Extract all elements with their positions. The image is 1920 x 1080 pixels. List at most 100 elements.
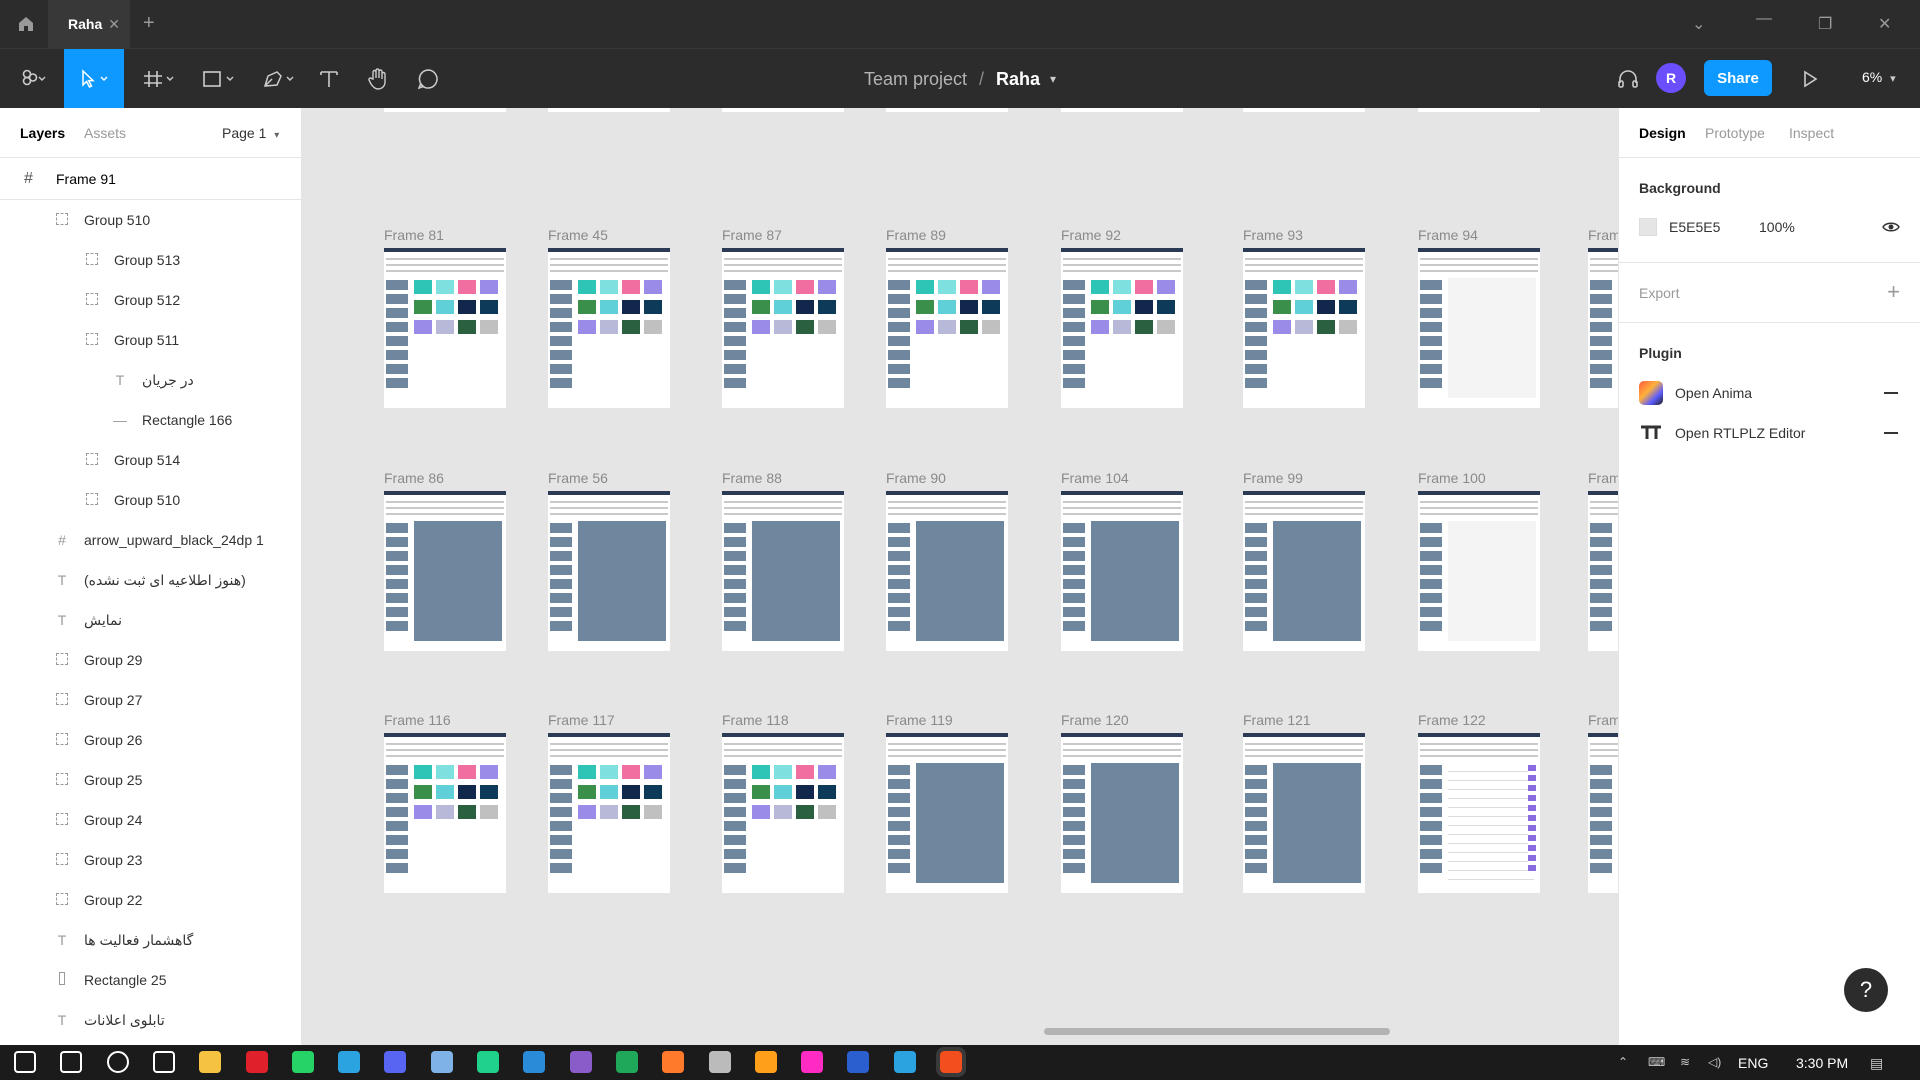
frame-label[interactable]: Frame 120 bbox=[1061, 712, 1129, 728]
frame-label[interactable]: Frame 92 bbox=[1061, 227, 1121, 243]
frame-label[interactable]: Frame 119 bbox=[886, 712, 953, 728]
keyboard-icon[interactable]: ⌨ bbox=[1648, 1055, 1665, 1069]
minimize-icon[interactable]: — bbox=[1756, 10, 1772, 28]
layer-row[interactable]: Group 23 bbox=[0, 840, 301, 880]
frame-thumbnail[interactable] bbox=[1418, 108, 1540, 112]
frame-label[interactable]: Frame bbox=[1588, 470, 1618, 486]
layer-row[interactable]: Group 27 bbox=[0, 680, 301, 720]
tab-inspect[interactable]: Inspect bbox=[1789, 125, 1834, 141]
frame-thumbnail[interactable] bbox=[1061, 491, 1183, 651]
canvas[interactable]: Frame 81 Frame 45 Frame 87 Frame 89 Frame 92… bbox=[302, 108, 1618, 1045]
layer-row[interactable]: T در جریان bbox=[0, 360, 301, 400]
app-m-icon[interactable] bbox=[569, 1051, 592, 1073]
whatsapp-icon[interactable] bbox=[291, 1051, 314, 1073]
frame-thumbnail[interactable] bbox=[886, 248, 1008, 408]
frame-thumbnail[interactable] bbox=[1243, 733, 1365, 893]
frame-label[interactable]: Frame 99 bbox=[1243, 470, 1303, 486]
layer-row[interactable]: Group 25 bbox=[0, 760, 301, 800]
frame-thumbnail[interactable] bbox=[1418, 248, 1540, 408]
layer-row[interactable]: Group 22 bbox=[0, 880, 301, 920]
frame-label[interactable]: Frame 104 bbox=[1061, 470, 1129, 486]
frame-thumbnail[interactable] bbox=[722, 108, 844, 112]
frame-label[interactable]: Frame 86 bbox=[384, 470, 444, 486]
language-indicator[interactable]: ENG bbox=[1738, 1055, 1768, 1071]
telegram-icon[interactable] bbox=[338, 1051, 361, 1073]
tab-assets[interactable]: Assets bbox=[84, 125, 126, 141]
home-icon[interactable] bbox=[10, 10, 42, 38]
frame-label[interactable]: Frame 45 bbox=[548, 227, 608, 243]
frame-thumbnail[interactable] bbox=[548, 248, 670, 408]
layer-row[interactable]: T نمایش bbox=[0, 600, 301, 640]
frame-thumbnail[interactable] bbox=[1588, 733, 1618, 893]
present-icon[interactable] bbox=[1796, 49, 1824, 109]
close-window-icon[interactable]: ✕ bbox=[1878, 14, 1891, 34]
frame-thumbnail[interactable] bbox=[722, 491, 844, 651]
frame-label[interactable]: Frame 88 bbox=[722, 470, 782, 486]
shape-tool[interactable] bbox=[196, 49, 242, 109]
layer-row[interactable]: Group 513 bbox=[0, 240, 301, 280]
add-export-icon[interactable]: + bbox=[1887, 279, 1900, 305]
layer-row[interactable]: Group 29 bbox=[0, 640, 301, 680]
task-view-icon[interactable] bbox=[152, 1051, 175, 1073]
layer-row[interactable]: Group 510 bbox=[0, 200, 301, 240]
frame-label[interactable]: Frame 121 bbox=[1243, 712, 1311, 728]
comment-tool[interactable] bbox=[412, 49, 444, 109]
frame-label[interactable]: Frame 117 bbox=[548, 712, 615, 728]
bg-hex-input[interactable]: E5E5E5 bbox=[1669, 219, 1720, 235]
frame-thumbnail[interactable] bbox=[1243, 108, 1365, 112]
frame-thumbnail[interactable] bbox=[886, 108, 1008, 112]
pycharm-icon[interactable] bbox=[477, 1051, 499, 1073]
hand-tool[interactable] bbox=[362, 49, 394, 109]
text-tool[interactable] bbox=[314, 49, 344, 109]
layer-row[interactable]: T (هنوز اطلاعیه ای ثبت نشده) bbox=[0, 560, 301, 600]
frame-thumbnail[interactable] bbox=[722, 733, 844, 893]
avatar[interactable]: R bbox=[1656, 63, 1686, 93]
vscode-icon[interactable] bbox=[523, 1051, 546, 1073]
frame-thumbnail[interactable] bbox=[886, 491, 1008, 651]
layer-row[interactable]: Rectangle 25 bbox=[0, 960, 301, 1000]
frame-label[interactable]: Frame 116 bbox=[384, 712, 451, 728]
figma-icon[interactable] bbox=[936, 1047, 966, 1077]
layer-row[interactable]: Group 24 bbox=[0, 800, 301, 840]
move-tool[interactable] bbox=[64, 49, 124, 109]
remove-plugin-icon[interactable] bbox=[1884, 432, 1898, 434]
frame-label[interactable]: Frame bbox=[1588, 712, 1618, 728]
wifi-icon[interactable]: ≋ bbox=[1680, 1055, 1690, 1069]
share-button[interactable]: Share bbox=[1704, 60, 1772, 96]
app-orange-icon[interactable] bbox=[662, 1051, 685, 1073]
excel-like-icon[interactable] bbox=[615, 1051, 638, 1073]
restore-icon[interactable]: ❐ bbox=[1818, 14, 1832, 34]
tab-layers[interactable]: Layers bbox=[20, 125, 65, 141]
pen-tool[interactable] bbox=[256, 49, 302, 109]
discord-icon[interactable] bbox=[384, 1051, 407, 1073]
remove-plugin-icon[interactable] bbox=[1884, 392, 1898, 394]
frame-tool[interactable] bbox=[136, 49, 182, 109]
frame-thumbnail[interactable] bbox=[1061, 733, 1183, 893]
chevron-down-icon[interactable]: ⌄ bbox=[1692, 14, 1705, 34]
notification-icon[interactable]: ▤ bbox=[1870, 1055, 1883, 1072]
frame-label[interactable]: Frame 56 bbox=[548, 470, 608, 486]
frame-label[interactable]: Frame 87 bbox=[722, 227, 782, 243]
headphones-icon[interactable] bbox=[1612, 49, 1644, 109]
layer-row[interactable]: Group 510 bbox=[0, 480, 301, 520]
layer-row[interactable]: — Rectangle 166 bbox=[0, 400, 301, 440]
frame-thumbnail[interactable] bbox=[548, 108, 670, 112]
frame-label[interactable]: Frame 100 bbox=[1418, 470, 1486, 486]
adobe-xd-icon[interactable] bbox=[801, 1051, 824, 1073]
frame-thumbnail[interactable] bbox=[722, 248, 844, 408]
chevron-down-icon[interactable]: ▾ bbox=[1050, 72, 1056, 86]
frame-thumbnail[interactable] bbox=[384, 248, 506, 408]
frame-thumbnail[interactable] bbox=[1588, 491, 1618, 651]
eye-icon[interactable] bbox=[1882, 218, 1900, 239]
frame-label[interactable]: Frame 93 bbox=[1243, 227, 1303, 243]
word-icon[interactable] bbox=[847, 1051, 870, 1073]
page-selector[interactable]: Page 1 ▾ bbox=[222, 125, 279, 141]
frame-label[interactable]: Frame 122 bbox=[1418, 712, 1486, 728]
frame-label[interactable]: Frame 118 bbox=[722, 712, 789, 728]
file-explorer-icon[interactable] bbox=[199, 1051, 222, 1073]
layer-row[interactable]: T تابلوی اعلانات bbox=[0, 1000, 301, 1040]
volume-icon[interactable]: ◁) bbox=[1708, 1055, 1721, 1069]
frame-thumbnail[interactable] bbox=[1243, 491, 1365, 651]
color-swatch[interactable] bbox=[1639, 218, 1657, 236]
frame-label[interactable]: Frame 89 bbox=[886, 227, 946, 243]
